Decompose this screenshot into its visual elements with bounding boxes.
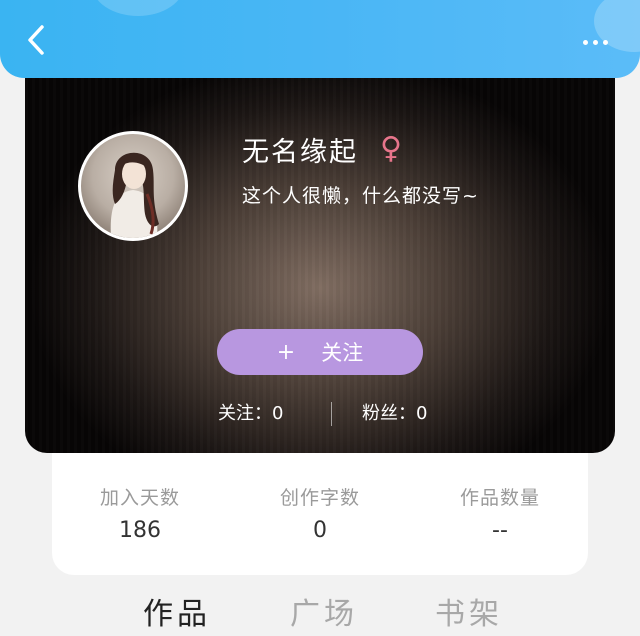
more-dots-icon bbox=[582, 39, 588, 45]
following-count[interactable]: 关注：0 bbox=[218, 399, 283, 425]
info-value: 0 bbox=[313, 518, 327, 543]
info-value: 186 bbox=[119, 518, 161, 543]
info-works-count: 作品数量 -- bbox=[425, 483, 575, 543]
fans-count[interactable]: 粉丝：0 bbox=[362, 399, 427, 425]
info-join-days: 加入天数 186 bbox=[65, 483, 215, 543]
info-label: 创作字数 bbox=[279, 487, 360, 509]
top-bar bbox=[0, 0, 640, 78]
nickname: 无名缘起 bbox=[242, 137, 358, 168]
tab-square[interactable]: 广场 bbox=[290, 589, 358, 633]
profile-header: 无名缘起 ♀ 这个人很懒，什么都没写~ + 关注 关注：0 粉丝：0 bbox=[25, 78, 615, 453]
social-stats: 关注：0 粉丝：0 bbox=[25, 399, 615, 427]
info-label: 作品数量 bbox=[459, 487, 540, 509]
more-button[interactable] bbox=[574, 30, 616, 54]
divider bbox=[331, 402, 332, 426]
content-tabs: 作品 广场 书架 bbox=[0, 585, 640, 636]
bio-text: 这个人很懒，什么都没写~ bbox=[242, 185, 479, 207]
decorative-bubble bbox=[92, 0, 184, 16]
info-word-count: 创作字数 0 bbox=[245, 483, 395, 543]
info-value: -- bbox=[492, 518, 508, 543]
back-button[interactable] bbox=[22, 24, 50, 60]
info-label: 加入天数 bbox=[99, 487, 180, 509]
avatar[interactable] bbox=[78, 131, 188, 241]
follow-button[interactable]: + 关注 bbox=[217, 329, 423, 375]
follow-button-label: 关注 bbox=[321, 341, 364, 365]
plus-icon: + bbox=[276, 339, 296, 365]
tab-works[interactable]: 作品 bbox=[143, 589, 211, 633]
tab-bookshelf[interactable]: 书架 bbox=[435, 589, 503, 633]
chevron-left-icon bbox=[26, 24, 46, 60]
female-gender-icon: ♀ bbox=[380, 131, 402, 166]
